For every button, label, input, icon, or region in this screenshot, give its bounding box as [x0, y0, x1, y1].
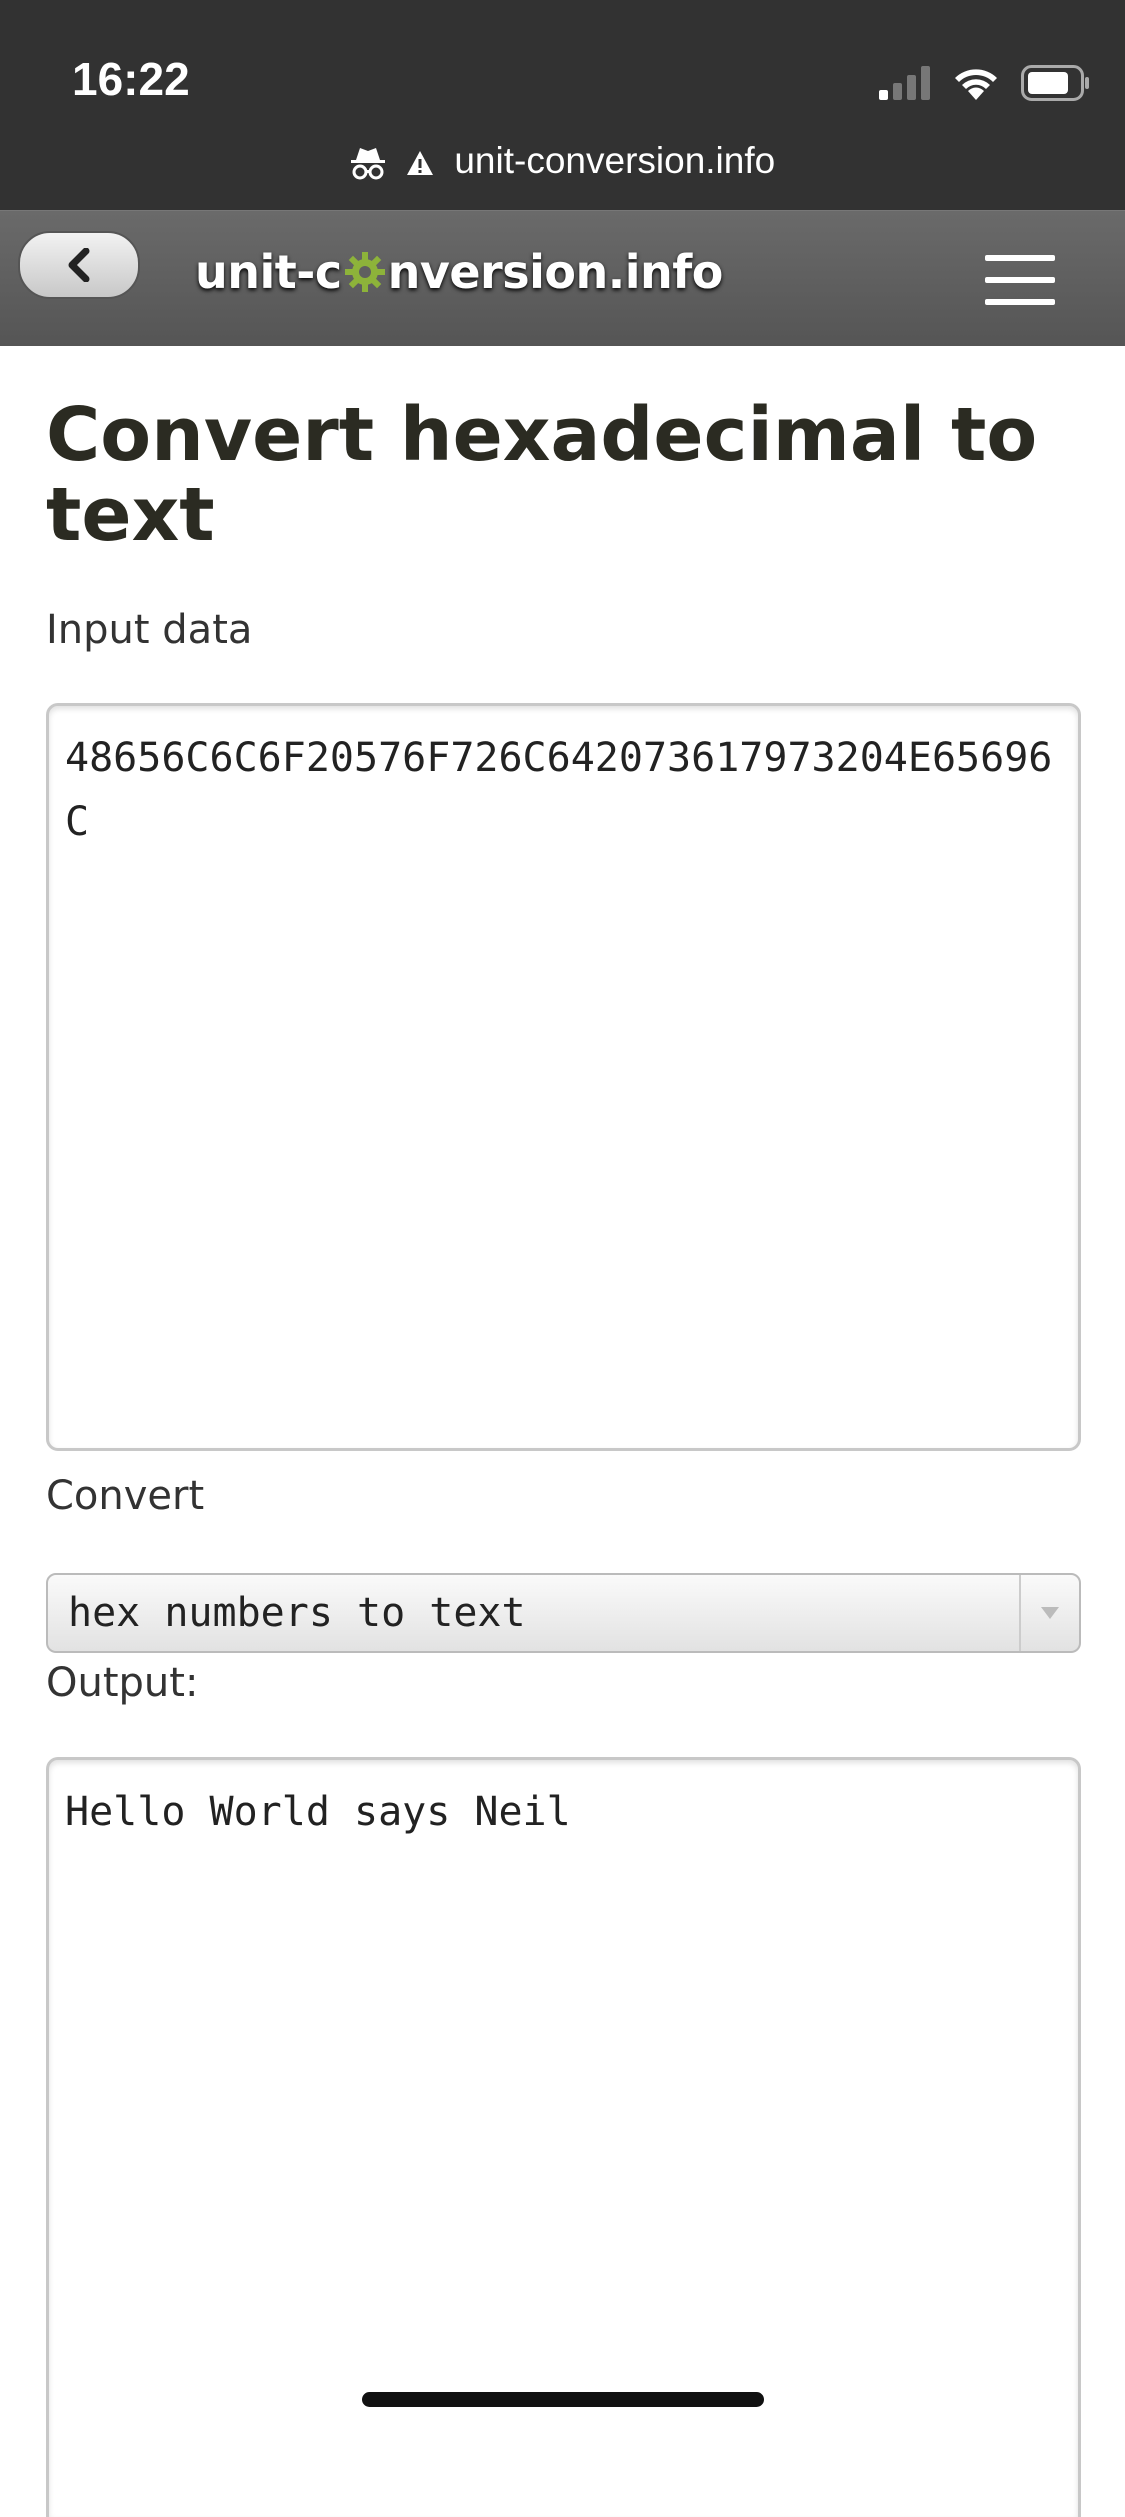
- dropdown-arrow-icon: [1019, 1575, 1079, 1651]
- convert-label: Convert: [46, 1473, 205, 1519]
- status-icons: [879, 58, 1091, 108]
- site-header: unit-c nversion.info: [0, 210, 1125, 346]
- input-data-textarea[interactable]: 48656C6C6F20576F726C642073617973204E6569…: [46, 703, 1081, 1451]
- site-logo[interactable]: unit-c nversion.info: [195, 245, 723, 299]
- warning-icon: [407, 151, 434, 176]
- url-text: unit-conversion.info: [454, 140, 776, 181]
- chevron-left-icon: [68, 248, 90, 282]
- gear-icon: [344, 252, 385, 292]
- input-data-label: Input data: [46, 607, 253, 653]
- convert-select-value: hex numbers to text: [68, 1590, 526, 1636]
- incognito-icon: [350, 148, 385, 180]
- wifi-icon: [955, 69, 997, 100]
- browser-chrome: 16:22 unit-conversion.info: [0, 0, 1125, 210]
- main-content: Convert hexadecimal to text Input data 4…: [46, 345, 1081, 2517]
- logo-text-suffix: nversion.info: [387, 245, 724, 299]
- status-time: 16:22: [72, 53, 190, 105]
- convert-select[interactable]: hex numbers to text: [46, 1573, 1081, 1653]
- back-button[interactable]: [18, 231, 140, 299]
- logo-text-prefix: unit-c: [195, 245, 342, 299]
- battery-icon: [1021, 65, 1089, 101]
- page-title: Convert hexadecimal to text: [46, 392, 1038, 558]
- hamburger-menu-icon[interactable]: [985, 255, 1055, 305]
- signal-icon: [879, 66, 930, 100]
- home-indicator: [362, 2392, 764, 2407]
- output-label: Output:: [46, 1660, 199, 1706]
- url-bar[interactable]: unit-conversion.info: [0, 140, 1125, 182]
